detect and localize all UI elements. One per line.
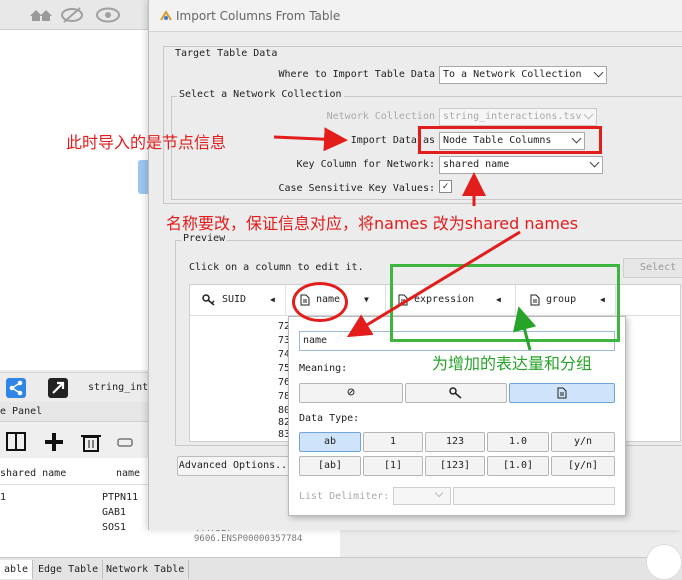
arrow-to-import-as — [273, 127, 348, 152]
annotation-import-node: 此时导入的是节点信息 — [66, 133, 227, 152]
arrow-to-name-input — [346, 230, 521, 338]
annotation-added: 为增加的表达量和分组 — [432, 354, 593, 373]
annotation-rename: 名称要改，保证信息对应，将names 改为shared names — [166, 214, 579, 233]
annotation-arrows — [273, 127, 537, 351]
arrow-to-new-columns — [512, 306, 537, 351]
